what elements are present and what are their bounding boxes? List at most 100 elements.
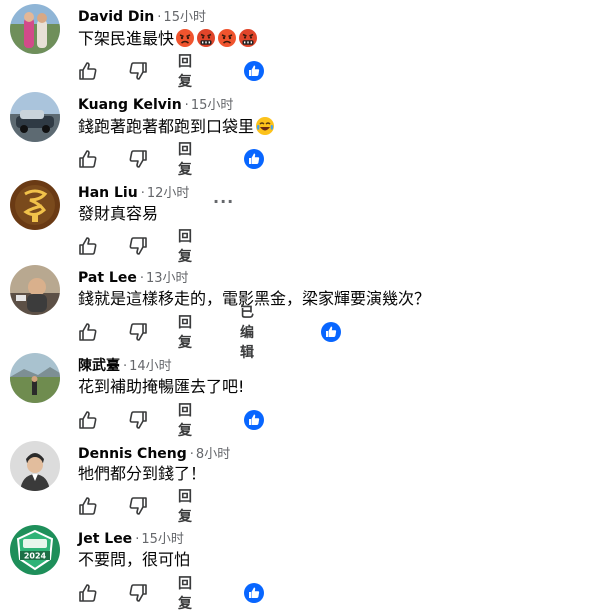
angry-face-emoji (176, 29, 195, 47)
like-button[interactable] (78, 148, 98, 170)
separator-dot: · (135, 532, 140, 547)
comment-text: 牠們都分到錢了！ (78, 464, 206, 484)
reply-label: 回复 (178, 142, 192, 178)
author-name[interactable]: 陳武臺 (78, 358, 120, 374)
thumbs-down-icon (129, 150, 147, 168)
cursing-face-emoji (239, 29, 258, 47)
comment-body: 錢就是這樣移走的，電影黑金，梁家輝要演幾次？ (78, 289, 431, 308)
reply-button[interactable]: 回复 (178, 54, 192, 90)
avatar[interactable] (10, 441, 60, 491)
dislike-button[interactable] (128, 495, 148, 517)
author-name[interactable]: Han Liu (78, 185, 138, 201)
like-reaction-icon (244, 149, 264, 169)
comment-time[interactable]: 15小时 (163, 10, 206, 25)
reply-label: 回复 (178, 315, 192, 351)
reply-button[interactable]: 回复 (178, 576, 192, 612)
comment-text: 下架民進最快 (78, 28, 258, 49)
comment-text: 錢就是這樣移走的，電影黑金，梁家輝要演幾次？ (78, 289, 430, 309)
like-button[interactable] (78, 235, 98, 257)
more-options-button[interactable]: ··· (213, 192, 234, 211)
thumbs-down-icon (129, 584, 147, 602)
like-reaction-icon (244, 583, 264, 603)
reply-button[interactable]: 回复 (178, 489, 192, 525)
edited-label[interactable]: 已编辑 (240, 305, 254, 361)
reply-label: 回复 (178, 229, 192, 265)
avatar[interactable] (10, 92, 60, 142)
separator-dot: · (184, 98, 189, 113)
avatar[interactable] (10, 353, 60, 403)
thumbs-up-icon (79, 411, 97, 429)
comment-header: Pat Lee · 13小时 (78, 268, 189, 288)
comment-text: 不要問，很可怕 (78, 550, 190, 570)
comment-time[interactable]: 13小时 (146, 271, 189, 286)
separator-dot: · (123, 359, 128, 374)
separator-dot: · (189, 447, 194, 462)
avatar[interactable] (10, 265, 60, 315)
thumbs-up-icon (79, 62, 97, 80)
thumbs-down-icon (129, 237, 147, 255)
like-button[interactable] (78, 495, 98, 517)
comment-body: 下架民進最快 (78, 29, 175, 48)
like-reaction-icon (244, 61, 264, 81)
reply-button[interactable]: 回复 (178, 403, 192, 439)
comment-body: 錢跑著跑著都跑到口袋里 (78, 117, 255, 136)
reaction-like-badge[interactable] (320, 321, 342, 343)
like-button[interactable] (78, 60, 98, 82)
dislike-button[interactable] (128, 409, 148, 431)
thumbs-down-icon (129, 323, 147, 341)
comment-time[interactable]: 12小时 (147, 186, 190, 201)
comment-body: 牠們都分到錢了！ (78, 464, 207, 483)
reaction-like-badge[interactable] (243, 582, 265, 604)
reply-button[interactable]: 回复 (178, 142, 192, 178)
dislike-button[interactable] (128, 321, 148, 343)
cursing-face-emoji (197, 29, 216, 47)
avatar-badge-text: 2024 (24, 552, 47, 561)
like-button[interactable] (78, 321, 98, 343)
author-name[interactable]: Kuang Kelvin (78, 97, 182, 113)
reply-label: 回复 (178, 576, 192, 612)
author-name[interactable]: David Din (78, 9, 154, 25)
dislike-button[interactable] (128, 60, 148, 82)
author-name[interactable]: Dennis Cheng (78, 446, 187, 462)
separator-dot: · (157, 10, 162, 25)
comment-time[interactable]: 14小时 (129, 359, 172, 374)
comment-header: Kuang Kelvin · 15小时 (78, 95, 233, 115)
avatar[interactable] (10, 180, 60, 230)
reply-button[interactable]: 回复 (178, 229, 192, 265)
thumbs-up-icon (79, 150, 97, 168)
thumbs-up-icon (79, 497, 97, 515)
like-reaction-icon (244, 410, 264, 430)
reply-label: 回复 (178, 403, 192, 439)
comment-body: 不要問，很可怕 (78, 550, 191, 569)
separator-dot: · (140, 186, 145, 201)
tears-of-joy-emoji (256, 117, 275, 135)
dislike-button[interactable] (128, 235, 148, 257)
comment-body: 發財真容易 (78, 204, 159, 223)
angry-face-emoji (218, 29, 237, 47)
reaction-like-badge[interactable] (243, 148, 265, 170)
like-button[interactable] (78, 582, 98, 604)
thumbs-down-icon (129, 497, 147, 515)
thumbs-up-icon (79, 584, 97, 602)
reply-label: 回复 (178, 54, 192, 90)
comment-text: 發財真容易 (78, 204, 158, 224)
author-name[interactable]: Jet Lee (78, 531, 132, 547)
thumbs-up-icon (79, 323, 97, 341)
like-reaction-icon (321, 322, 341, 342)
reaction-like-badge[interactable] (243, 409, 265, 431)
comment-body: 花到補助掩暢匯去了吧! (78, 377, 245, 396)
like-button[interactable] (78, 409, 98, 431)
comment-time[interactable]: 15小时 (191, 98, 234, 113)
comment-time[interactable]: 8小时 (196, 447, 230, 462)
avatar[interactable]: 2024 (10, 525, 60, 575)
comment-header: 陳武臺 · 14小时 (78, 356, 172, 376)
dislike-button[interactable] (128, 148, 148, 170)
comment-header: Dennis Cheng · 8小时 (78, 444, 230, 464)
avatar[interactable] (10, 4, 60, 54)
reaction-like-badge[interactable] (243, 60, 265, 82)
reply-button[interactable]: 回复 (178, 315, 192, 351)
comment-time[interactable]: 15小时 (141, 532, 184, 547)
comment-header: Han Liu · 12小时 (78, 183, 189, 203)
author-name[interactable]: Pat Lee (78, 270, 137, 286)
dislike-button[interactable] (128, 582, 148, 604)
